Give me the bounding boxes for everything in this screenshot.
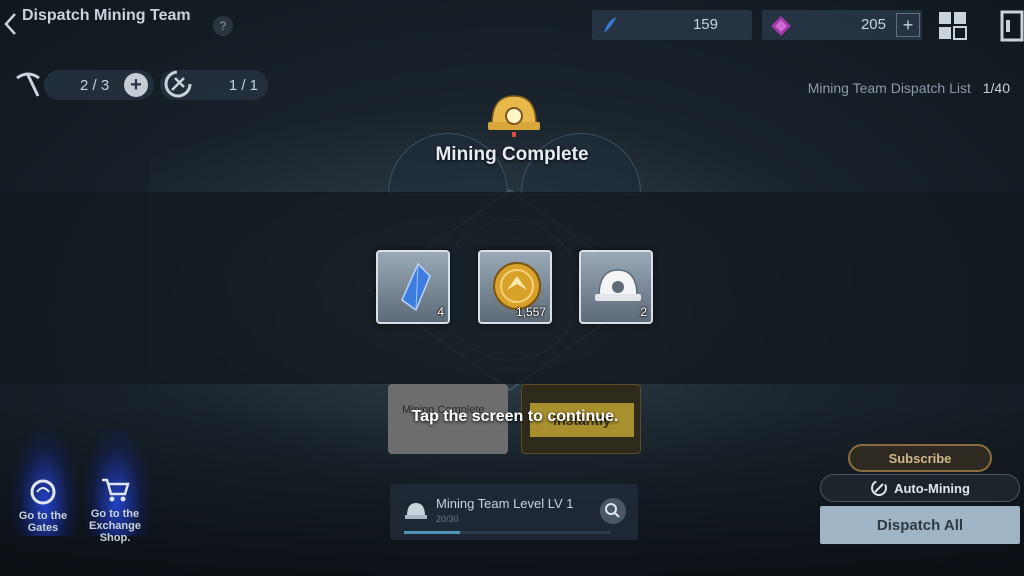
reward-slot-crystal[interactable]: 4 bbox=[376, 250, 450, 324]
blue-feather-icon bbox=[604, 17, 616, 33]
level-progress-fill bbox=[404, 531, 460, 534]
dispatch-list-count: 1/40 bbox=[982, 80, 1010, 96]
team-level-label: Mining Team Level LV 1 bbox=[436, 496, 574, 511]
currency-gem: 205 + bbox=[762, 10, 922, 40]
pickaxe-icon bbox=[16, 72, 40, 97]
go-to-gates-button[interactable]: Go to the Gates bbox=[8, 478, 78, 534]
auto-mining-label: Auto-Mining bbox=[894, 480, 970, 496]
team-count: 2 / 3 bbox=[80, 77, 110, 94]
team-level-panel: Mining Team Level LV 1 20/30 bbox=[390, 484, 638, 540]
page-title: Dispatch Mining Team bbox=[22, 7, 191, 24]
shop-label: Go to the Exchange Shop. bbox=[89, 508, 141, 544]
back-arrow-icon bbox=[4, 13, 16, 35]
currency-gem-value: 205 bbox=[860, 16, 886, 33]
reward-qty: 2 bbox=[640, 305, 647, 319]
add-gem-button[interactable]: + bbox=[896, 13, 920, 37]
shopping-cart-icon bbox=[102, 478, 130, 502]
exit-button[interactable] bbox=[998, 10, 1024, 42]
purple-gem-icon bbox=[771, 16, 791, 36]
dispatch-list-label: Mining Team Dispatch List 1/40 bbox=[808, 80, 1010, 96]
continue-hint: Tap the screen to continue. bbox=[411, 408, 619, 425]
top-bar: Dispatch Mining Team ? 159 205 + bbox=[0, 0, 1024, 50]
magnifier-icon bbox=[605, 503, 620, 518]
add-team-button[interactable]: + bbox=[124, 73, 148, 97]
team-counter: 2 / 3 + bbox=[44, 70, 154, 100]
grid-menu-icon bbox=[939, 12, 967, 40]
go-to-shop-button[interactable]: Go to the Exchange Shop. bbox=[82, 476, 148, 544]
gates-label: Go to the Gates bbox=[18, 510, 68, 534]
reward-slot-helmet[interactable]: 2 bbox=[579, 250, 653, 324]
mining-helmet-icon bbox=[488, 95, 540, 137]
gate-portal-icon bbox=[30, 479, 56, 505]
reward-qty: 1,557 bbox=[515, 305, 546, 319]
help-button[interactable]: ? bbox=[213, 16, 233, 36]
auto-mining-icon bbox=[871, 480, 888, 496]
level-progress-bar bbox=[404, 531, 610, 534]
mining-helmet-icon bbox=[595, 269, 641, 301]
exit-door-icon bbox=[1000, 10, 1024, 42]
auto-mining-icon bbox=[164, 70, 192, 98]
back-button[interactable] bbox=[0, 6, 20, 42]
mining-helmet-icon bbox=[405, 503, 427, 519]
auto-count: 1 / 1 bbox=[228, 77, 258, 94]
level-info-button[interactable] bbox=[600, 498, 626, 524]
reward-qty: 4 bbox=[437, 305, 444, 319]
currency-feather: 159 bbox=[592, 10, 752, 40]
dispatch-all-button[interactable]: Dispatch All bbox=[820, 506, 1020, 544]
subscribe-button[interactable]: Subscribe bbox=[848, 444, 992, 472]
modal-title: Mining Complete bbox=[435, 144, 589, 165]
auto-mining-button[interactable]: Auto-Mining bbox=[820, 474, 1020, 502]
dispatch-list-text: Mining Team Dispatch List bbox=[807, 80, 971, 96]
reward-slot-coin[interactable]: 1,557 bbox=[478, 250, 552, 324]
currency-feather-value: 159 bbox=[692, 16, 718, 33]
blue-crystal-icon bbox=[401, 262, 431, 312]
team-level-exp: 20/30 bbox=[436, 514, 459, 524]
grid-menu-button[interactable] bbox=[938, 11, 968, 41]
